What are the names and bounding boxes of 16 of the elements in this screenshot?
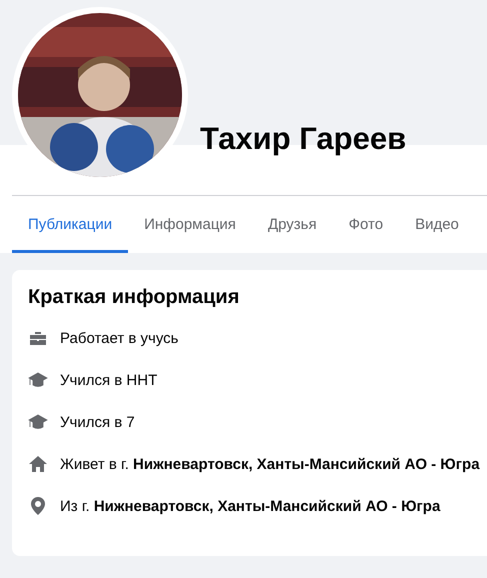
intro-title: Краткая информация <box>28 286 240 309</box>
profile-tab[interactable]: Информация <box>128 196 252 253</box>
profile-name: Тахир Гареев <box>200 121 406 157</box>
profile-tab[interactable]: Фото <box>332 196 400 253</box>
intro-item: Учился в 7 <box>60 414 135 430</box>
intro-item: Работает в учусь <box>60 330 178 346</box>
profile-tab[interactable]: Публикации <box>12 196 128 253</box>
intro-item: Живет в г. Нижневартовск, Ханты-Мансийский АО - Югра <box>60 456 480 472</box>
profile-tab[interactable]: Друзья <box>252 196 333 253</box>
house-icon <box>28 454 48 474</box>
profile-tab[interactable]: Видео <box>399 196 475 253</box>
intro-item: Из г. Нижневартовск, Ханты-Мансийский АО - Югра <box>60 498 440 514</box>
graduation-cap-icon <box>28 412 48 432</box>
location-pin-icon <box>28 496 48 516</box>
intro-item: Учился в ННТ <box>60 372 158 388</box>
graduation-cap-icon <box>28 370 48 390</box>
